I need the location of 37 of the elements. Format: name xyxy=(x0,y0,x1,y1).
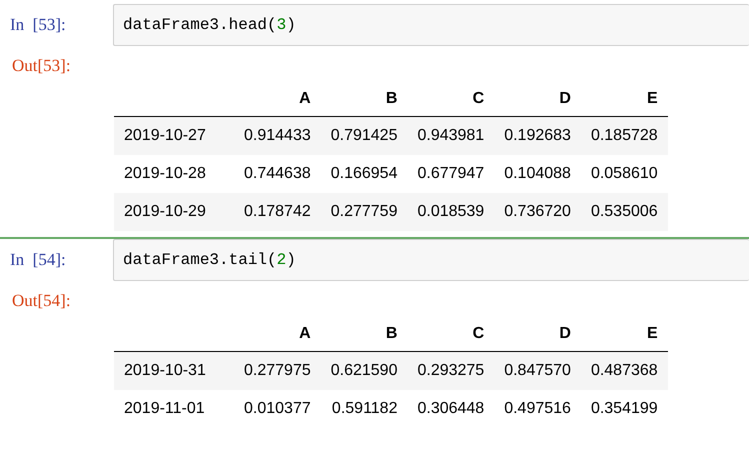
table-cell: 0.736720 xyxy=(494,193,581,231)
row-index: 2019-10-28 xyxy=(114,155,234,193)
table-cell: 0.487368 xyxy=(580,352,668,390)
table-cell: 0.943981 xyxy=(407,116,494,155)
table-cell: 0.010377 xyxy=(234,390,321,428)
table-cell: 0.677947 xyxy=(407,155,494,193)
table-cell: 0.847570 xyxy=(494,352,581,390)
row-index: 2019-10-29 xyxy=(114,193,234,231)
output-prompt: Out[54]: xyxy=(11,290,71,311)
table-cell: 0.192683 xyxy=(494,116,581,155)
table-cell: 0.914433 xyxy=(234,116,321,155)
input-prompt: In [54]: xyxy=(9,250,67,270)
table-cell: 0.535006 xyxy=(580,193,668,231)
input-prompt: In [53]: xyxy=(9,15,67,35)
table-cell: 0.293275 xyxy=(407,352,494,390)
output-prompt: Out[53]: xyxy=(11,55,71,76)
table-cell: 0.058610 xyxy=(580,155,668,193)
table-cell: 0.166954 xyxy=(320,155,408,193)
notebook-cell[interactable]: In [54]: dataFrame3.tail(2) Out[54]: A B C D E 2019-10-31 0.277975 0.621590 0.293275 0.847570 0.487368 2019-11-01 0.010377 0.591182 0.306448 0.497516 0.354199 xyxy=(0,237,749,434)
table-cell: 0.185728 xyxy=(580,116,668,155)
table-cell: 0.744638 xyxy=(234,155,321,193)
code-input[interactable]: dataFrame3.tail(2) xyxy=(113,239,749,281)
table-cell: 0.621590 xyxy=(320,352,408,390)
table-cell: 0.104088 xyxy=(494,155,581,193)
table-cell: 0.277759 xyxy=(320,193,408,231)
table-cell: 0.791425 xyxy=(320,116,408,155)
table-cell: 0.354199 xyxy=(580,390,668,428)
row-index: 2019-10-27 xyxy=(114,116,234,155)
row-index: 2019-10-31 xyxy=(114,352,234,390)
row-index: 2019-11-01 xyxy=(114,390,234,428)
table-cell: 0.591182 xyxy=(320,390,408,428)
table-cell: 0.178742 xyxy=(234,193,321,231)
table-cell: 0.018539 xyxy=(407,193,494,231)
table-cell: 0.497516 xyxy=(494,390,581,428)
code-input[interactable]: dataFrame3.head(3) xyxy=(113,4,749,46)
table-cell: 0.277975 xyxy=(234,352,321,390)
table-cell: 0.306448 xyxy=(407,390,494,428)
